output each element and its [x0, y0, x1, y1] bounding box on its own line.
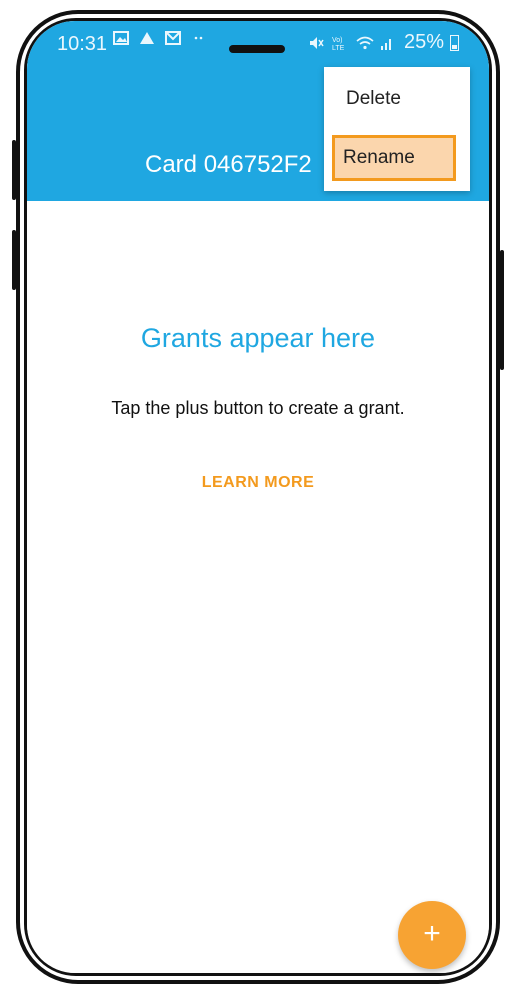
empty-state-title: Grants appear here	[140, 323, 376, 353]
menu-item-delete[interactable]: Delete	[324, 73, 470, 125]
mute-icon	[308, 35, 326, 51]
more-dots-icon	[191, 31, 209, 47]
volume-down-button	[12, 230, 16, 290]
power-button	[500, 250, 504, 370]
svg-text:LTE: LTE	[332, 45, 345, 51]
battery-icon	[450, 34, 459, 51]
add-grant-button[interactable]: +	[398, 901, 466, 969]
status-time: 10:31	[57, 33, 108, 55]
plus-icon: +	[423, 917, 441, 950]
battery-percent: 25%	[403, 31, 444, 53]
volte-icon: Vo) LTE	[332, 35, 350, 52]
status-bar: 10:31 Vo) LTE 25%	[27, 21, 489, 65]
alert-icon	[139, 31, 157, 47]
overflow-menu: Delete Rename	[324, 67, 470, 191]
image-icon	[113, 31, 131, 47]
svg-text:Vo): Vo)	[332, 37, 343, 44]
learn-more-link[interactable]: LEARN MORE	[27, 474, 489, 492]
phone-screen: 10:31 Vo) LTE 25% Card 046752F2 Delete R…	[27, 21, 489, 973]
status-system-icons: Vo) LTE 25%	[308, 31, 459, 54]
mail-icon	[165, 31, 183, 47]
status-notification-icons	[113, 31, 209, 47]
empty-state-subtitle: Tap the plus button to create a grant.	[111, 398, 405, 418]
screenshot-stage: 10:31 Vo) LTE 25% Card 046752F2 Delete R…	[0, 0, 508, 989]
wifi-icon	[356, 35, 374, 51]
camera-notch	[229, 45, 285, 53]
volume-up-button	[12, 140, 16, 200]
menu-item-rename[interactable]: Rename	[332, 135, 456, 181]
signal-icon	[380, 35, 398, 51]
page-title: Card 046752F2	[145, 151, 312, 178]
